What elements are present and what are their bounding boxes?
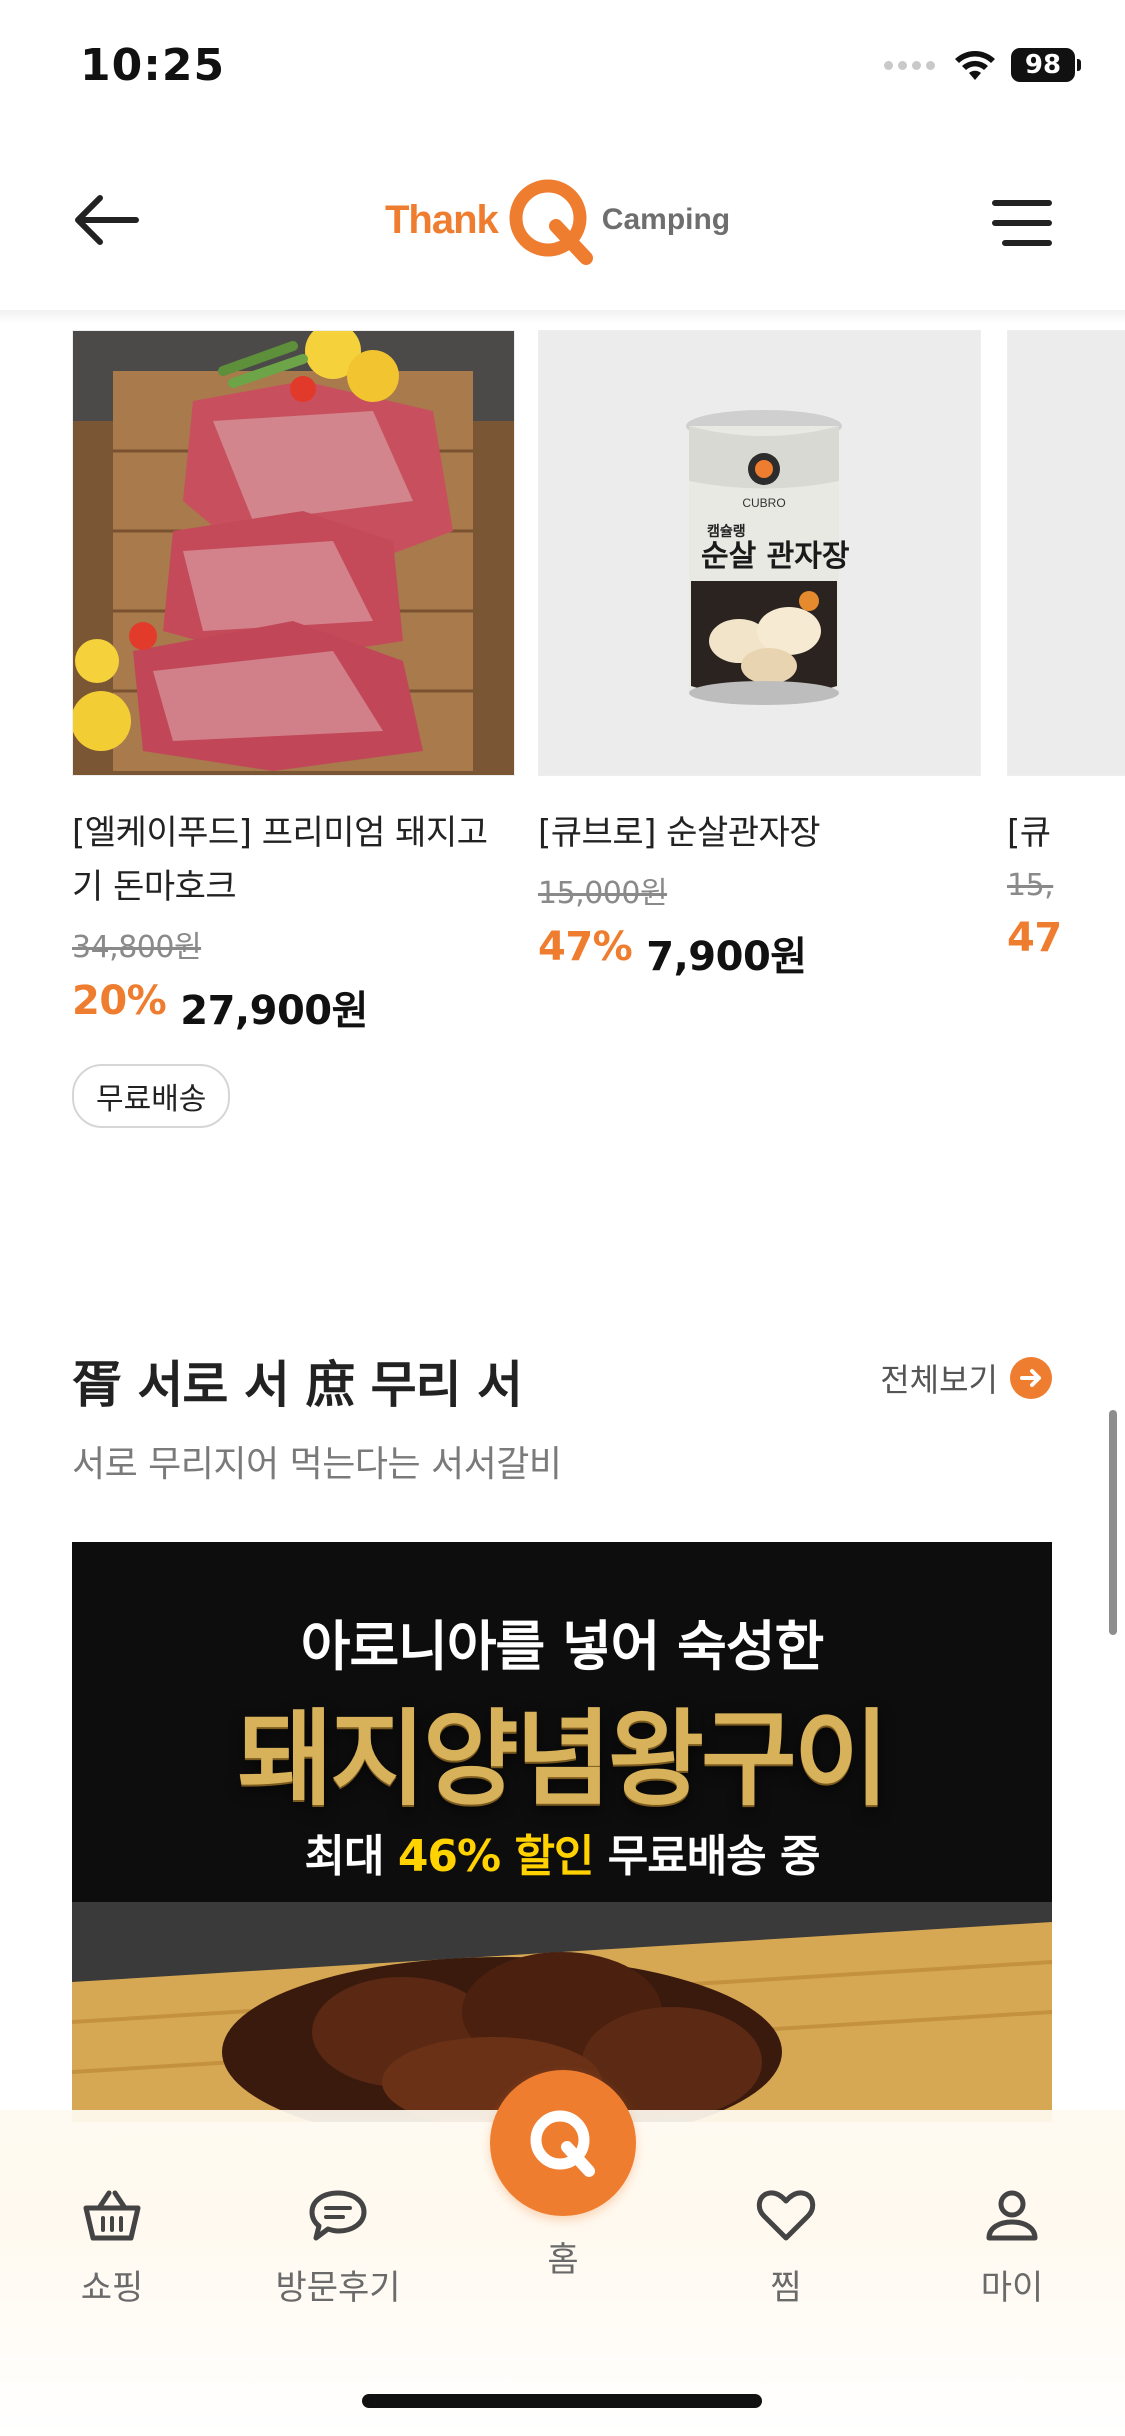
- product-image[interactable]: [72, 330, 515, 776]
- can-brand-label: CUBRO: [742, 496, 785, 510]
- back-arrow-icon[interactable]: [70, 190, 142, 250]
- battery-level: 98: [1024, 50, 1062, 80]
- original-price: 15,: [1007, 868, 1054, 903]
- status-bar: 10:25 98: [0, 0, 1125, 130]
- banner-title: 돼지양념왕구이: [237, 1698, 890, 1820]
- nav-my[interactable]: 마이: [922, 2188, 1102, 2309]
- sale-price: 7,900원: [646, 934, 807, 980]
- promo-banner[interactable]: 아로니아를 넣어 숙성한 돼지양념왕구이 최대 46% 할인 무료배송 중: [72, 1542, 1052, 2122]
- product-name[interactable]: [큐브로] 순살관자장: [538, 806, 981, 860]
- app-header: Thank Camping: [0, 130, 1125, 310]
- product-card[interactable]: [엘케이푸드] 프리미엄 돼지고기 돈마호크 34,800원 20% 27,90…: [72, 330, 515, 1128]
- nav-home-button[interactable]: [490, 2070, 636, 2216]
- header-divider: [0, 310, 1125, 324]
- discount-rate: 47%: [538, 924, 633, 970]
- logo-q-mark: [509, 179, 593, 265]
- see-all-link[interactable]: 전체보기: [880, 1355, 1052, 1401]
- nav-reviews-label: 방문후기: [275, 2268, 401, 2308]
- scrollbar[interactable]: [1109, 1410, 1117, 1635]
- wifi-icon: [955, 51, 995, 80]
- hamburger-menu-icon[interactable]: [991, 198, 1053, 248]
- free-shipping-badge: 무료배송: [72, 1064, 231, 1128]
- banner-offer: 최대 46% 할인 무료배송 중: [72, 1820, 1052, 1884]
- banner-offer-prefix: 최대: [304, 1831, 398, 1882]
- product-image[interactable]: [1007, 330, 1125, 776]
- nav-wishlist[interactable]: 찜: [696, 2188, 876, 2309]
- nav-shopping[interactable]: 쇼핑: [22, 2188, 202, 2309]
- nav-my-label: 마이: [980, 2268, 1044, 2308]
- nav-home-label[interactable]: 홈: [490, 2232, 636, 2281]
- home-indicator: [362, 2394, 762, 2408]
- section-header: 胥 서로 서 庶 무리 서 서로 무리지어 먹는다는 서서갈비 전체보기: [72, 1345, 1052, 1487]
- section-subtitle: 서로 무리지어 먹는다는 서서갈비: [72, 1444, 562, 1485]
- product-name[interactable]: [큐: [1007, 806, 1125, 860]
- product-card-partial[interactable]: [큐 15, 47: [1007, 330, 1125, 961]
- heart-icon: [756, 2190, 816, 2241]
- product-image[interactable]: CUBRO 캠슐랭 순살 관자장: [538, 330, 981, 776]
- pork-tomahawk-image: [73, 331, 514, 775]
- banner-headline: 아로니아를 넣어 숙성한: [300, 1615, 824, 1678]
- user-icon: [986, 2190, 1038, 2241]
- product-name[interactable]: [엘케이푸드] 프리미엄 돼지고기 돈마호크: [72, 806, 515, 914]
- discount-rate: 20%: [72, 978, 167, 1024]
- discount-rate: 47: [1007, 915, 1062, 961]
- price-row: 47: [1007, 915, 1125, 961]
- original-price: 34,800원: [72, 930, 202, 965]
- product-card[interactable]: CUBRO 캠슐랭 순살 관자장 [큐브로] 순살관자장 15,000원 47%…: [538, 330, 981, 982]
- price-row: 20% 27,900원: [72, 978, 515, 1036]
- brand-logo[interactable]: Thank Camping: [385, 172, 730, 268]
- battery-icon: 98: [1011, 48, 1081, 82]
- logo-camping-text: Camping: [601, 203, 731, 236]
- nav-shopping-label: 쇼핑: [80, 2268, 144, 2308]
- nav-reviews[interactable]: 방문후기: [248, 2188, 428, 2309]
- cellular-signal-icon: [884, 60, 935, 70]
- banner-offer-suffix: 무료배송 중: [593, 1831, 821, 1882]
- original-price: 15,000원: [538, 876, 668, 911]
- sale-price: 27,900원: [180, 988, 368, 1034]
- logo-thank-text: Thank: [385, 197, 499, 242]
- arrow-right-circle-icon: [1010, 1357, 1052, 1399]
- status-icons: 98: [884, 48, 1081, 82]
- chat-bubble-icon: [309, 2190, 367, 2241]
- nav-wishlist-label: 찜: [770, 2268, 802, 2308]
- see-all-label: 전체보기: [880, 1361, 998, 1399]
- q-logo-icon: [530, 2110, 595, 2177]
- basket-icon: [83, 2190, 141, 2241]
- can-small-label: 캠슐랭: [707, 523, 746, 540]
- canned-scallop-image: CUBRO 캠슐랭 순살 관자장: [539, 331, 980, 775]
- status-time: 10:25: [80, 40, 226, 91]
- banner-offer-highlight: 46% 할인: [397, 1831, 595, 1882]
- price-row: 47% 7,900원: [538, 924, 981, 982]
- product-carousel[interactable]: [엘케이푸드] 프리미엄 돼지고기 돈마호크 34,800원 20% 27,90…: [72, 330, 1125, 1150]
- can-main-label: 순살 관자장: [701, 539, 850, 574]
